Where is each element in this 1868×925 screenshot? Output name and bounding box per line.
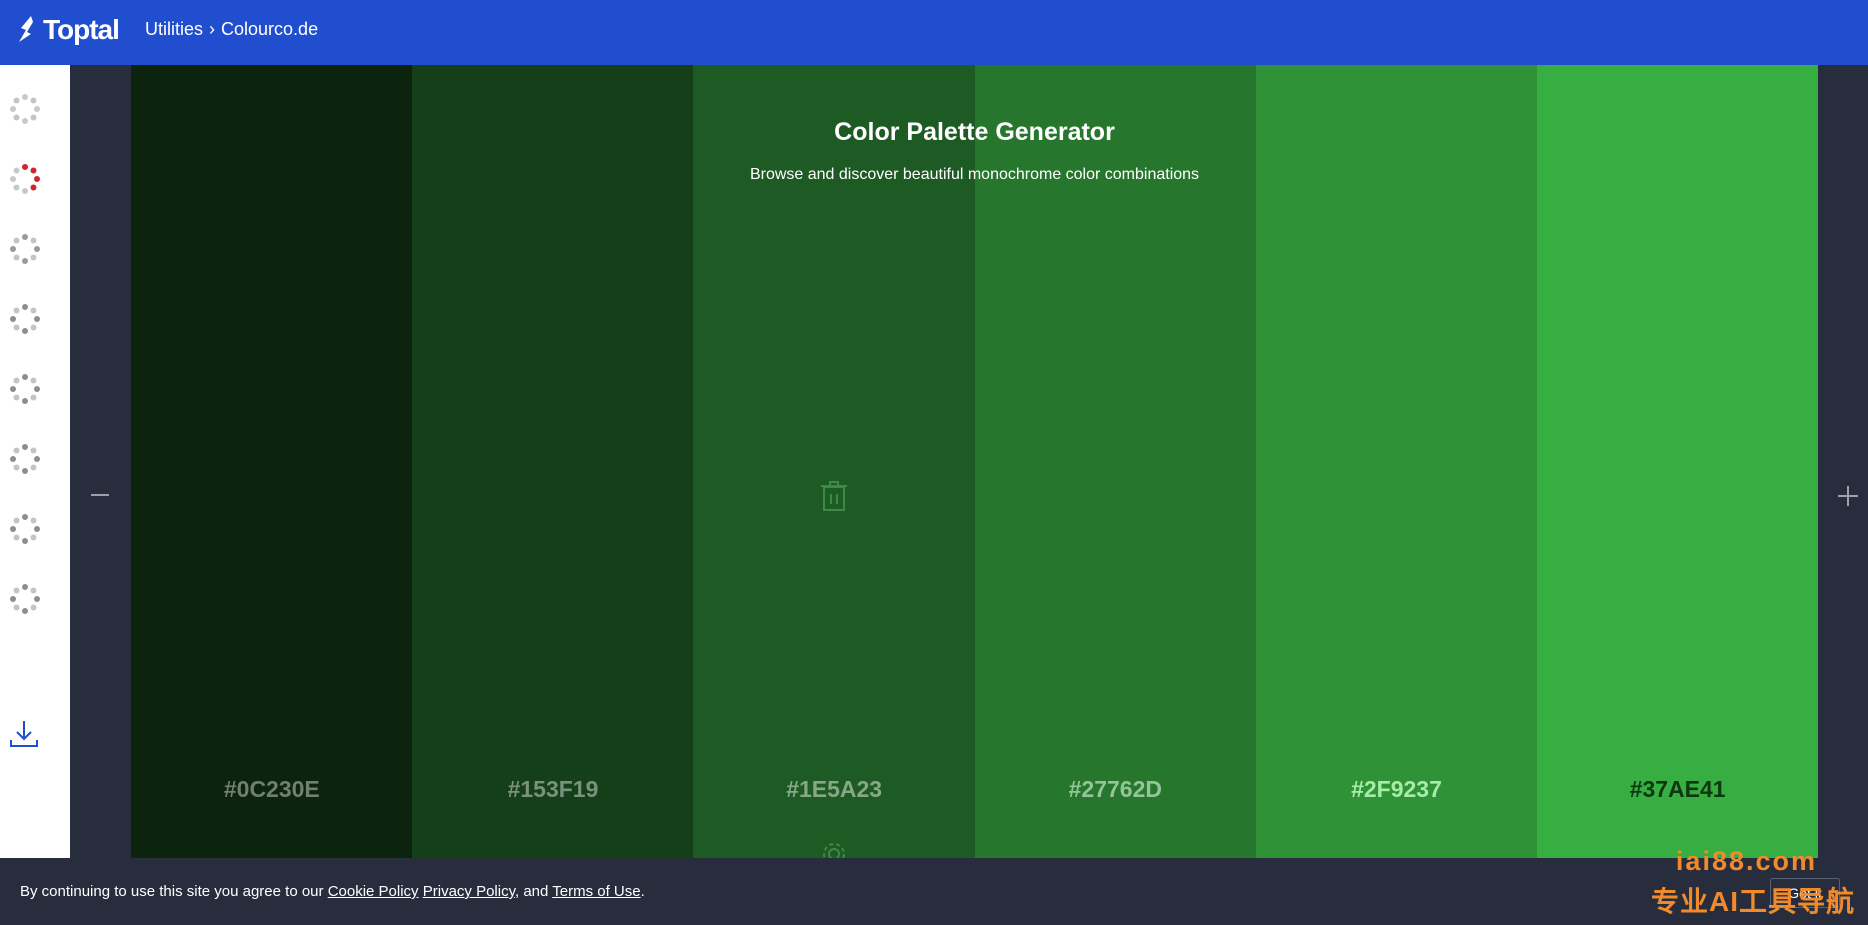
sidebar: [0, 65, 70, 858]
watermark-url: iai88.com: [1675, 846, 1817, 876]
privacy-policy-link[interactable]: Privacy Policy: [423, 883, 515, 900]
breadcrumb-current[interactable]: Colourco.de: [221, 19, 318, 40]
top-bar: Toptal Utilities › Colourco.de: [0, 0, 1868, 65]
sidebar-item-1[interactable]: [8, 92, 42, 126]
breadcrumb: Utilities › Colourco.de: [145, 19, 318, 40]
dots-circle-icon: [10, 514, 40, 544]
dots-circle-light-icon: [10, 94, 40, 124]
dots-circle-red-icon: [10, 164, 40, 194]
add-color-button[interactable]: [1838, 486, 1858, 506]
watermark-tagline: 专业AI工具导航: [1650, 886, 1855, 917]
sidebar-item-3[interactable]: [8, 232, 42, 266]
sidebar-item-2[interactable]: [8, 162, 42, 196]
cookie-prefix: By continuing to use this site you agree…: [20, 883, 328, 900]
remove-color-button[interactable]: [91, 494, 109, 496]
terms-link[interactable]: Terms of Use: [552, 883, 640, 900]
sidebar-item-8[interactable]: [8, 582, 42, 616]
dots-circle-icon: [10, 234, 40, 264]
sidebar-item-7[interactable]: [8, 512, 42, 546]
swatch-hex-label[interactable]: #1E5A23: [693, 776, 975, 803]
right-gutter: [1818, 65, 1868, 858]
download-icon[interactable]: [8, 718, 40, 750]
page-subtitle: Browse and discover beautiful monochrome…: [749, 166, 1200, 183]
watermark: iai88.com 专业AI工具导航: [1620, 846, 1865, 925]
sidebar-item-5[interactable]: [8, 372, 42, 406]
cookie-period: .: [640, 883, 645, 900]
breadcrumb-utilities[interactable]: Utilities: [145, 19, 203, 40]
page-title: Color Palette Generator: [834, 118, 1115, 146]
sidebar-item-4[interactable]: [8, 302, 42, 336]
dots-circle-icon: [10, 374, 40, 404]
toptal-logo-icon: [19, 16, 33, 42]
breadcrumb-separator: ›: [209, 19, 216, 39]
cookie-text: By continuing to use this site you agree…: [20, 883, 645, 900]
swatch-hex-label[interactable]: #2F9237: [1256, 776, 1538, 803]
swatch-hex-label[interactable]: #27762D: [975, 776, 1257, 803]
dots-circle-icon: [10, 444, 40, 474]
cookie-banner: By continuing to use this site you agree…: [0, 858, 1868, 925]
trash-icon[interactable]: [820, 480, 848, 512]
cookie-and: , and: [514, 883, 553, 900]
dots-circle-icon: [10, 304, 40, 334]
sidebar-item-6[interactable]: [8, 442, 42, 476]
swatch-hex-label[interactable]: #153F19: [412, 776, 694, 803]
cookie-policy-link[interactable]: Cookie Policy: [328, 883, 419, 900]
swatch-hex-label[interactable]: #37AE41: [1537, 776, 1819, 803]
toptal-logo[interactable]: Toptal: [19, 14, 120, 46]
left-gutter: [70, 65, 131, 858]
logo-text: Toptal: [43, 14, 120, 45]
swatch-hex-label[interactable]: #0C230E: [131, 776, 413, 803]
dots-circle-icon: [10, 584, 40, 614]
